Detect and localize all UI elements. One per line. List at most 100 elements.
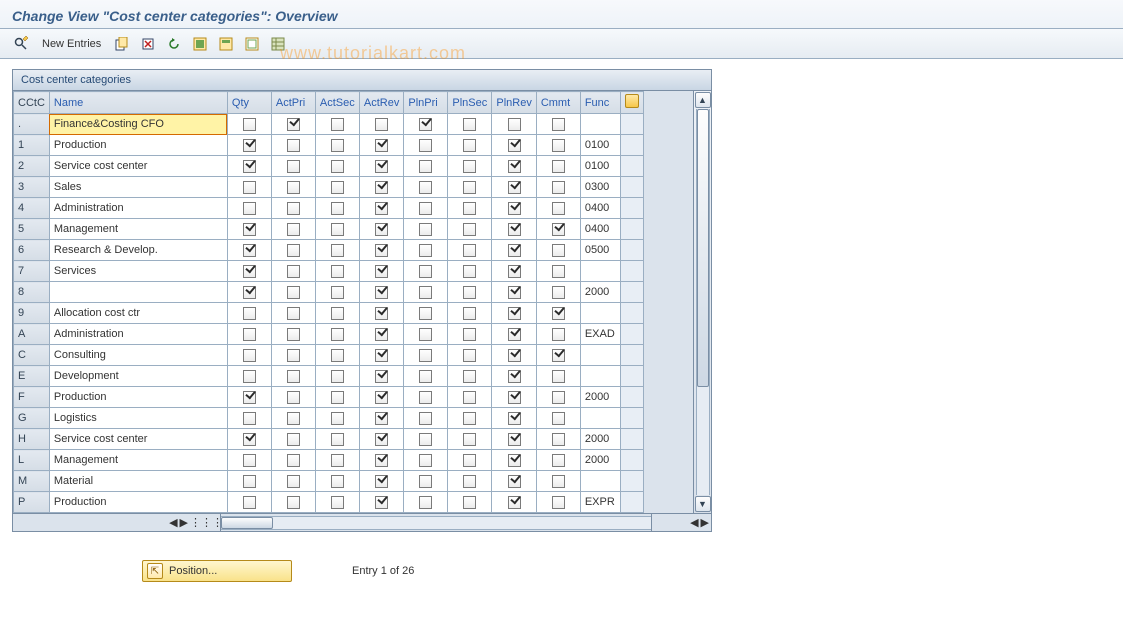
- plnrev-checkbox[interactable]: [508, 475, 521, 488]
- plnpri-checkbox[interactable]: [419, 349, 432, 362]
- actpri-checkbox[interactable]: [287, 349, 300, 362]
- row-func-cell[interactable]: [580, 114, 620, 135]
- cell-actrev[interactable]: [359, 240, 403, 261]
- cell-actsec[interactable]: [315, 198, 359, 219]
- row-func-cell[interactable]: 0100: [580, 156, 620, 177]
- cell-actpri[interactable]: [271, 471, 315, 492]
- row-name-cell[interactable]: Sales: [49, 177, 227, 198]
- cell-plnrev[interactable]: [492, 429, 536, 450]
- cell-cmmt[interactable]: [536, 303, 580, 324]
- row-cctc[interactable]: 9: [14, 303, 50, 324]
- cell-actrev[interactable]: [359, 324, 403, 345]
- plnsec-checkbox[interactable]: [463, 433, 476, 446]
- actpri-checkbox[interactable]: [287, 118, 300, 131]
- table-row[interactable]: LManagement2000: [14, 450, 644, 471]
- plnrev-checkbox[interactable]: [508, 202, 521, 215]
- cell-qty[interactable]: [227, 177, 271, 198]
- cell-plnrev[interactable]: [492, 324, 536, 345]
- row-name-cell[interactable]: Administration: [49, 324, 227, 345]
- col-actsec[interactable]: ActSec: [315, 92, 359, 114]
- cell-qty[interactable]: [227, 450, 271, 471]
- row-func-cell[interactable]: [580, 408, 620, 429]
- actsec-checkbox[interactable]: [331, 139, 344, 152]
- plnrev-checkbox[interactable]: [508, 454, 521, 467]
- row-name-cell[interactable]: Service cost center: [49, 156, 227, 177]
- row-func-cell[interactable]: 0100: [580, 135, 620, 156]
- table-row[interactable]: 2Service cost center0100: [14, 156, 644, 177]
- qty-checkbox[interactable]: [243, 454, 256, 467]
- cell-plnpri[interactable]: [404, 156, 448, 177]
- plnpri-checkbox[interactable]: [419, 244, 432, 257]
- row-name-cell[interactable]: Logistics: [49, 408, 227, 429]
- cell-cmmt[interactable]: [536, 240, 580, 261]
- actsec-checkbox[interactable]: [331, 412, 344, 425]
- row-name-cell[interactable]: Development: [49, 366, 227, 387]
- cell-cmmt[interactable]: [536, 282, 580, 303]
- cell-plnpri[interactable]: [404, 135, 448, 156]
- plnrev-checkbox[interactable]: [508, 370, 521, 383]
- plnrev-checkbox[interactable]: [508, 412, 521, 425]
- scroll-right-icon[interactable]: ▶: [180, 516, 188, 529]
- plnrev-checkbox[interactable]: [508, 496, 521, 509]
- plnrev-checkbox[interactable]: [508, 244, 521, 257]
- vscroll-thumb[interactable]: [697, 109, 709, 387]
- plnsec-checkbox[interactable]: [463, 349, 476, 362]
- actrev-checkbox[interactable]: [375, 244, 388, 257]
- cmmt-checkbox[interactable]: [552, 202, 565, 215]
- plnpri-checkbox[interactable]: [419, 412, 432, 425]
- actrev-checkbox[interactable]: [375, 328, 388, 341]
- plnrev-checkbox[interactable]: [508, 223, 521, 236]
- actrev-checkbox[interactable]: [375, 223, 388, 236]
- plnsec-checkbox[interactable]: [463, 202, 476, 215]
- cell-plnpri[interactable]: [404, 177, 448, 198]
- cell-plnsec[interactable]: [448, 408, 492, 429]
- plnrev-checkbox[interactable]: [508, 139, 521, 152]
- row-func-cell[interactable]: 0300: [580, 177, 620, 198]
- cell-actsec[interactable]: [315, 219, 359, 240]
- cell-qty[interactable]: [227, 219, 271, 240]
- row-cctc[interactable]: A: [14, 324, 50, 345]
- cell-plnpri[interactable]: [404, 450, 448, 471]
- plnpri-checkbox[interactable]: [419, 433, 432, 446]
- actrev-checkbox[interactable]: [375, 433, 388, 446]
- cell-plnrev[interactable]: [492, 219, 536, 240]
- plnsec-checkbox[interactable]: [463, 139, 476, 152]
- cell-qty[interactable]: [227, 324, 271, 345]
- cell-qty[interactable]: [227, 303, 271, 324]
- row-name-cell[interactable]: Production: [49, 135, 227, 156]
- cell-actrev[interactable]: [359, 366, 403, 387]
- cmmt-checkbox[interactable]: [552, 391, 565, 404]
- cell-actsec[interactable]: [315, 366, 359, 387]
- col-plnpri[interactable]: PlnPri: [404, 92, 448, 114]
- scroll-up-icon[interactable]: ▲: [695, 92, 711, 108]
- cell-cmmt[interactable]: [536, 450, 580, 471]
- actpri-checkbox[interactable]: [287, 181, 300, 194]
- cell-plnsec[interactable]: [448, 387, 492, 408]
- actpri-checkbox[interactable]: [287, 496, 300, 509]
- cell-plnsec[interactable]: [448, 135, 492, 156]
- row-name-cell[interactable]: Research & Develop.: [49, 240, 227, 261]
- row-func-cell[interactable]: 2000: [580, 282, 620, 303]
- cell-qty[interactable]: [227, 240, 271, 261]
- cell-actsec[interactable]: [315, 345, 359, 366]
- cell-actpri[interactable]: [271, 240, 315, 261]
- table-row[interactable]: 6Research & Develop.0500: [14, 240, 644, 261]
- plnpri-checkbox[interactable]: [419, 475, 432, 488]
- plnpri-checkbox[interactable]: [419, 181, 432, 194]
- cell-qty[interactable]: [227, 387, 271, 408]
- delete-icon[interactable]: [137, 34, 159, 54]
- cell-actpri[interactable]: [271, 114, 315, 135]
- cmmt-checkbox[interactable]: [552, 412, 565, 425]
- cell-plnrev[interactable]: [492, 366, 536, 387]
- actpri-checkbox[interactable]: [287, 391, 300, 404]
- cell-plnrev[interactable]: [492, 261, 536, 282]
- cell-actpri[interactable]: [271, 387, 315, 408]
- cell-qty[interactable]: [227, 135, 271, 156]
- cmmt-checkbox[interactable]: [552, 286, 565, 299]
- cell-actsec[interactable]: [315, 324, 359, 345]
- row-cctc[interactable]: L: [14, 450, 50, 471]
- cmmt-checkbox[interactable]: [552, 475, 565, 488]
- actsec-checkbox[interactable]: [331, 433, 344, 446]
- actrev-checkbox[interactable]: [375, 139, 388, 152]
- cell-plnsec[interactable]: [448, 303, 492, 324]
